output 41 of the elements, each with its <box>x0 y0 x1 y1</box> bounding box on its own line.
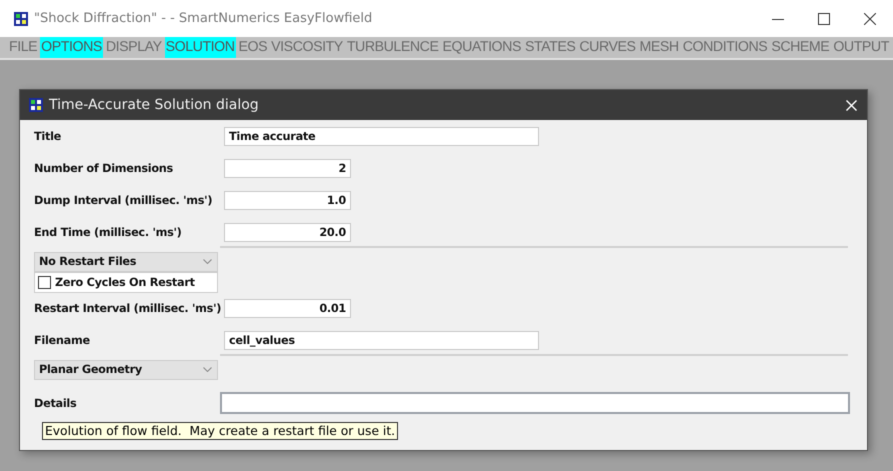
checkbox-box[interactable] <box>38 276 51 289</box>
field-label: Dump Interval (millisec. 'ms') <box>34 194 214 207</box>
menu-item[interactable]: DISPLAY <box>104 37 163 58</box>
input-field[interactable]: 20.0 <box>224 223 351 242</box>
field-label: Number of Dimensions <box>34 162 174 175</box>
maximize-button[interactable] <box>818 12 830 24</box>
input-field[interactable] <box>220 392 850 414</box>
dropdown[interactable]: Planar Geometry <box>34 360 218 380</box>
field-label: Restart Interval (millisec. 'ms') <box>34 302 222 315</box>
menu-item[interactable]: CURVES <box>578 37 637 58</box>
app-logo-icon <box>14 12 28 26</box>
menu-item[interactable]: TURBULENCE <box>346 37 440 58</box>
window-title: "Shock Diffraction" - - SmartNumerics EasyFlowfield <box>34 11 372 26</box>
caret-icon <box>203 367 212 372</box>
field-label: End Time (millisec. 'ms') <box>34 226 183 239</box>
app-logo-icon <box>29 98 43 112</box>
caret-icon <box>203 259 212 264</box>
tooltip: Evolution of flow field. May create a restart file or use it. <box>42 422 398 440</box>
menu-item[interactable]: VISCOSITY <box>270 37 344 58</box>
menu-item[interactable]: FILE <box>8 37 38 58</box>
field-label: Filename <box>34 334 91 347</box>
input-field[interactable]: Time accurate <box>224 127 539 146</box>
menu-item[interactable]: OUTPUT <box>832 37 890 58</box>
field-label: Details <box>34 396 78 410</box>
dropdown[interactable]: No Restart Files <box>34 252 218 272</box>
menu-item[interactable]: EQUATIONS <box>442 37 522 58</box>
menu-item[interactable]: EOS <box>238 37 268 58</box>
input-field[interactable]: 0.01 <box>224 299 351 318</box>
checkbox[interactable]: Zero Cycles On Restart <box>34 272 218 293</box>
menu-item[interactable]: MESH <box>638 37 680 58</box>
input-field[interactable]: 1.0 <box>224 191 351 210</box>
input-field[interactable]: cell_values <box>224 331 539 350</box>
field-label: Title <box>34 130 62 143</box>
menu-item[interactable]: SOLUTION <box>164 37 236 58</box>
dialog-title: Time-Accurate Solution dialog <box>49 97 259 113</box>
menu-item[interactable]: OPTIONS <box>40 37 103 58</box>
menu-item[interactable]: STATES <box>524 37 576 58</box>
close-button[interactable] <box>864 12 876 24</box>
menu-item[interactable]: CONDITIONS <box>682 37 768 58</box>
menu-item[interactable]: SCHEME <box>770 37 830 58</box>
input-field[interactable]: 2 <box>224 159 351 178</box>
